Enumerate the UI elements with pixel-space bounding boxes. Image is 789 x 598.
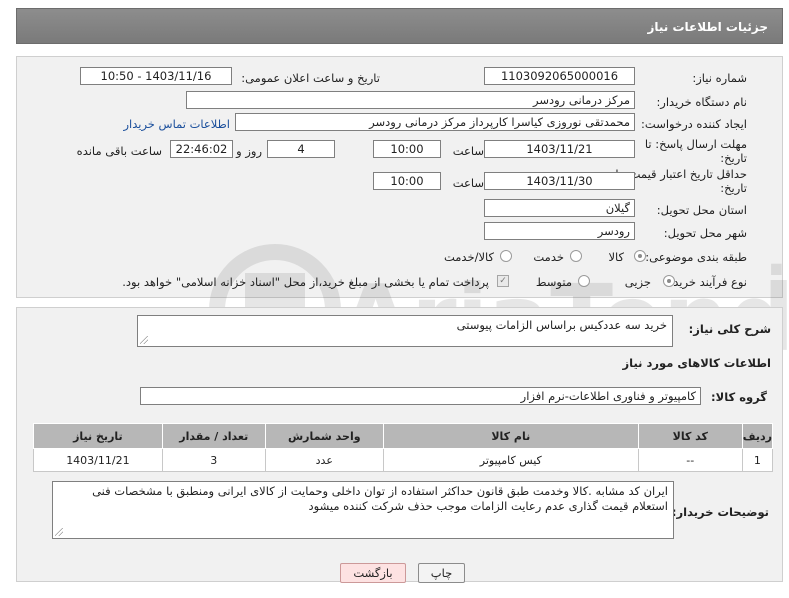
- reply-date-field: 1403/11/21: [484, 140, 635, 158]
- announce-datetime-label: تاریخ و ساعت اعلان عمومی:: [241, 71, 380, 85]
- reply-deadline-label-date: تاریخ:: [720, 151, 747, 165]
- resize-grip-icon[interactable]: [140, 336, 148, 344]
- price-validity-time-label: ساعت: [452, 176, 484, 190]
- purchase-type-label: نوع فرآیند خرید :: [665, 275, 747, 289]
- buyer-notes-label: توضیحات خریدار:: [671, 505, 769, 519]
- col-goods-name: نام کالا: [382, 423, 639, 449]
- buyer-notes-field: ایران کد مشابه .کالا وخدمت طبق قانون حدا…: [52, 481, 674, 539]
- print-button[interactable]: چاپ: [418, 563, 465, 583]
- category-option-goods-service: کالا/خدمت: [443, 250, 494, 264]
- resize-grip-icon[interactable]: [55, 528, 63, 536]
- purchase-radio-minor[interactable]: [663, 275, 675, 287]
- purchase-option-medium: متوسط: [535, 275, 572, 289]
- cell-goods-code: --: [637, 448, 743, 472]
- price-validity-label: حداقل تاریخ اعتبار قیمت: تا: [615, 167, 747, 181]
- page-title: جزئیات اطلاعات نیاز: [647, 20, 768, 34]
- price-validity-label-date: تاریخ:: [720, 181, 747, 195]
- cell-goods-name: کیس کامپیوتر: [382, 448, 639, 472]
- back-button[interactable]: بازگشت: [340, 563, 406, 583]
- col-need-date: تاریخ نیاز: [33, 423, 163, 449]
- category-option-service: خدمت: [533, 250, 564, 264]
- goods-table: ردیف کد کالا نام کالا واحد شمارش تعداد /…: [33, 423, 774, 472]
- treasury-payment-note: پرداخت تمام یا بخشی از مبلغ خرید،از محل …: [122, 275, 489, 289]
- description-text: خرید سه عددکیس براساس الزامات پیوستی: [456, 318, 667, 332]
- announce-datetime-field: 1403/11/16 - 10:50: [80, 67, 232, 85]
- days-label: روز و: [236, 144, 262, 158]
- requester-label: ایجاد کننده درخواست:: [641, 117, 747, 131]
- table-header-row: ردیف کد کالا نام کالا واحد شمارش تعداد /…: [33, 423, 774, 449]
- table-row: 1 -- کیس کامپیوتر عدد 3 1403/11/21: [33, 448, 774, 472]
- goods-group-field: کامپیوتر و فناوری اطلاعات-نرم افزار: [140, 387, 701, 405]
- category-label: طبقه بندی موضوعی:: [645, 250, 747, 264]
- delivery-city-label: شهر محل تحویل:: [663, 226, 747, 240]
- delivery-province-label: استان محل تحویل:: [656, 203, 747, 217]
- reply-time-label: ساعت: [452, 144, 484, 158]
- purchase-radio-medium[interactable]: [578, 275, 590, 287]
- reply-deadline-label: مهلت ارسال پاسخ: تا: [644, 137, 747, 151]
- category-radio-goods[interactable]: [634, 250, 646, 262]
- reply-time-field: 10:00: [373, 140, 441, 158]
- buyer-contact-link[interactable]: اطلاعات تماس خریدار: [123, 117, 230, 131]
- reply-days-field: 4: [267, 140, 335, 158]
- buyer-notes-text: ایران کد مشابه .کالا وخدمت طبق قانون حدا…: [92, 484, 668, 513]
- category-radio-goods-service[interactable]: [500, 250, 512, 262]
- cell-unit: عدد: [264, 448, 384, 472]
- category-option-goods: کالا: [608, 250, 624, 264]
- description-label: شرح کلی نیاز:: [688, 322, 771, 336]
- purchase-option-minor: جزیی: [624, 275, 651, 289]
- price-validity-date-field: 1403/11/30: [484, 172, 635, 190]
- col-goods-code: کد کالا: [637, 423, 743, 449]
- treasury-payment-checkbox[interactable]: ✓: [497, 275, 509, 287]
- need-number-field: 1103092065000016: [484, 67, 635, 85]
- requester-field: محمدتقی نوروزی کیاسرا کارپرداز مرکز درما…: [235, 113, 635, 131]
- remaining-time-label: ساعت باقی مانده: [76, 144, 162, 158]
- page-header: جزئیات اطلاعات نیاز: [16, 8, 783, 44]
- col-unit: واحد شمارش: [264, 423, 384, 449]
- goods-group-label: گروه کالا:: [711, 390, 767, 404]
- col-row-number: ردیف: [741, 423, 774, 449]
- col-quantity: تعداد / مقدار: [161, 423, 266, 449]
- cell-need-date: 1403/11/21: [33, 448, 163, 472]
- price-validity-time-field: 10:00: [373, 172, 441, 190]
- buyer-org-field: مرکز درمانی رودسر: [186, 91, 635, 109]
- need-number-label: شماره نیاز:: [692, 71, 747, 85]
- goods-section-title: اطلاعات کالاهای مورد نیاز: [622, 356, 771, 370]
- buyer-org-label: نام دستگاه خریدار:: [656, 95, 747, 109]
- remaining-time-field: 22:46:02: [170, 140, 233, 158]
- description-field: خرید سه عددکیس براساس الزامات پیوستی: [137, 315, 673, 347]
- category-radio-service[interactable]: [570, 250, 582, 262]
- delivery-province-field: گیلان: [484, 199, 635, 217]
- delivery-city-field: رودسر: [484, 222, 635, 240]
- cell-row-number: 1: [741, 448, 774, 472]
- cell-quantity: 3: [161, 448, 266, 472]
